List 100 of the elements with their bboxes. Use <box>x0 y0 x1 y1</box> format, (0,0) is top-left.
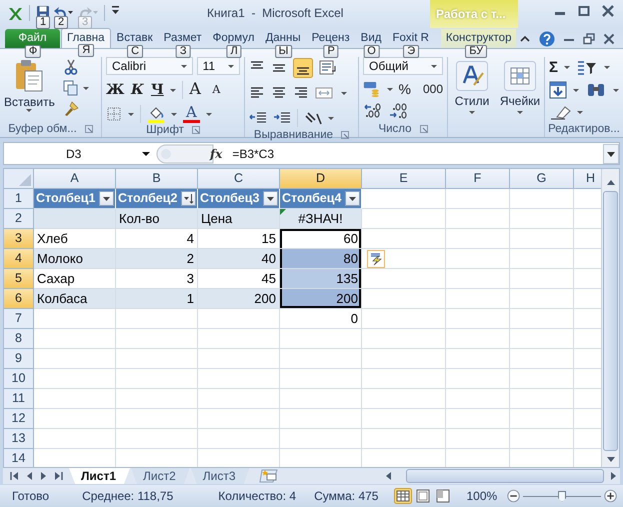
caret-icon[interactable] <box>171 112 177 116</box>
decrease-decimal-icon[interactable] <box>389 103 409 119</box>
caret-icon[interactable] <box>341 92 347 94</box>
sheet-tab[interactable]: Лист1 <box>69 468 130 484</box>
dialog-launcher-icon[interactable] <box>84 125 93 133</box>
slider-thumb[interactable] <box>558 490 566 502</box>
borders-icon[interactable] <box>106 106 122 122</box>
italic-button[interactable]: К <box>130 81 144 99</box>
column-header[interactable]: C <box>198 169 280 189</box>
row-header[interactable]: 2 <box>4 209 34 229</box>
thousands-separator-button[interactable]: 000 <box>422 82 443 96</box>
row-header[interactable]: 3 <box>4 229 34 249</box>
name-box[interactable]: D3 <box>4 143 156 164</box>
paste-button[interactable]: Вставить <box>4 57 55 121</box>
caret-icon[interactable] <box>604 66 610 69</box>
caret-icon[interactable] <box>206 112 212 116</box>
binoculars-icon[interactable] <box>585 82 607 98</box>
filter-button[interactable] <box>263 191 278 206</box>
row-header[interactable]: 5 <box>4 269 34 289</box>
font-size-dropdown[interactable]: 11 <box>196 57 240 75</box>
text-orientation-icon[interactable] <box>304 110 322 126</box>
ribbon-tab[interactable]: Foxit R <box>387 29 434 48</box>
ribbon-tab[interactable]: Вставк <box>112 29 158 48</box>
restore-icon[interactable] <box>583 33 595 45</box>
styles-button[interactable]: Стили <box>452 59 492 118</box>
filter-button[interactable] <box>99 191 114 206</box>
caret-icon[interactable] <box>142 152 150 156</box>
maximize-icon[interactable] <box>577 5 591 17</box>
scrollbar-thumb[interactable] <box>406 469 604 483</box>
zoom-level-text[interactable]: 100% <box>466 489 498 503</box>
fill-color-icon[interactable] <box>147 105 165 123</box>
row-header[interactable]: 1 <box>4 189 34 209</box>
font-name-dropdown[interactable]: Calibri <box>106 57 193 75</box>
cells-button[interactable]: Ячейки <box>498 59 542 118</box>
scrollbar-thumb[interactable] <box>603 191 618 451</box>
caret-icon[interactable] <box>128 112 134 116</box>
column-header[interactable]: D <box>280 169 362 189</box>
number-format-dropdown[interactable]: Общий <box>363 57 443 75</box>
excel-logo-icon[interactable] <box>7 6 23 22</box>
close-icon[interactable] <box>601 5 615 17</box>
row-header[interactable]: 9 <box>4 349 34 369</box>
fill-down-icon[interactable] <box>549 81 567 99</box>
formula-field[interactable]: =B3*C3 <box>232 146 603 160</box>
expand-formula-icon[interactable] <box>603 144 619 164</box>
column-header[interactable]: E <box>362 169 446 189</box>
copy-icon[interactable] <box>62 80 79 96</box>
caret-icon[interactable] <box>82 86 89 90</box>
row-header[interactable]: 13 <box>4 429 34 449</box>
merge-cells-icon[interactable] <box>315 85 335 101</box>
page-break-icon[interactable] <box>434 488 452 504</box>
ribbon-tab[interactable]: Вид <box>356 29 386 48</box>
zoom-in-icon[interactable] <box>604 488 617 504</box>
column-header[interactable]: F <box>446 169 510 189</box>
insert-function-button[interactable]: fx <box>210 146 222 160</box>
column-header[interactable]: B <box>116 169 198 189</box>
autofill-options-icon[interactable] <box>367 250 385 268</box>
caret-icon[interactable] <box>573 88 579 92</box>
zoom-out-icon[interactable] <box>507 488 520 504</box>
caret-icon[interactable] <box>170 88 176 92</box>
percent-button[interactable]: % <box>398 81 411 97</box>
column-header[interactable]: H <box>574 169 601 189</box>
grow-font-button[interactable]: A <box>189 80 204 100</box>
shrink-font-button[interactable]: A <box>209 81 224 99</box>
column-header[interactable]: A <box>34 169 116 189</box>
last-sheet-icon[interactable] <box>53 470 65 482</box>
dialog-launcher-icon[interactable] <box>420 125 428 133</box>
underline-button[interactable]: Ч <box>150 81 164 99</box>
font-color-button[interactable]: A <box>183 105 200 123</box>
bold-button[interactable]: Ж <box>106 81 124 99</box>
filter-button[interactable] <box>345 191 360 206</box>
undo-icon[interactable] <box>54 5 74 19</box>
row-header[interactable]: 7 <box>4 309 34 329</box>
autosum-button[interactable]: Σ <box>549 59 558 76</box>
filter-button[interactable] <box>181 191 196 206</box>
caret-icon[interactable] <box>564 66 570 69</box>
caret-icon[interactable] <box>386 88 393 90</box>
row-header[interactable]: 12 <box>4 409 34 429</box>
customize-toolbar-icon[interactable] <box>111 5 120 15</box>
help-icon[interactable] <box>539 31 555 47</box>
column-header[interactable]: G <box>510 169 574 189</box>
caret-icon[interactable] <box>328 116 334 120</box>
row-header[interactable]: 10 <box>4 369 34 389</box>
normal-view-icon[interactable] <box>394 488 412 504</box>
align-bottom-icon[interactable] <box>293 58 313 78</box>
sort-filter-icon[interactable] <box>576 60 598 76</box>
increase-decimal-icon[interactable] <box>363 103 383 119</box>
dialog-launcher-icon[interactable] <box>341 131 350 139</box>
eraser-icon[interactable] <box>549 104 571 120</box>
sheet-tab[interactable]: Лист3 <box>190 468 250 484</box>
row-header[interactable]: 6 <box>4 289 34 309</box>
caret-icon[interactable] <box>613 88 619 92</box>
row-header[interactable]: 14 <box>4 449 34 467</box>
dialog-launcher-icon[interactable] <box>192 126 200 134</box>
row-header[interactable]: 11 <box>4 389 34 409</box>
first-sheet-icon[interactable] <box>8 470 20 482</box>
sheet-tab[interactable]: Лист2 <box>131 468 190 484</box>
row-header[interactable]: 4 <box>4 249 34 269</box>
format-painter-icon[interactable] <box>62 101 79 117</box>
close-icon[interactable] <box>603 33 615 45</box>
row-header[interactable]: 8 <box>4 329 34 349</box>
